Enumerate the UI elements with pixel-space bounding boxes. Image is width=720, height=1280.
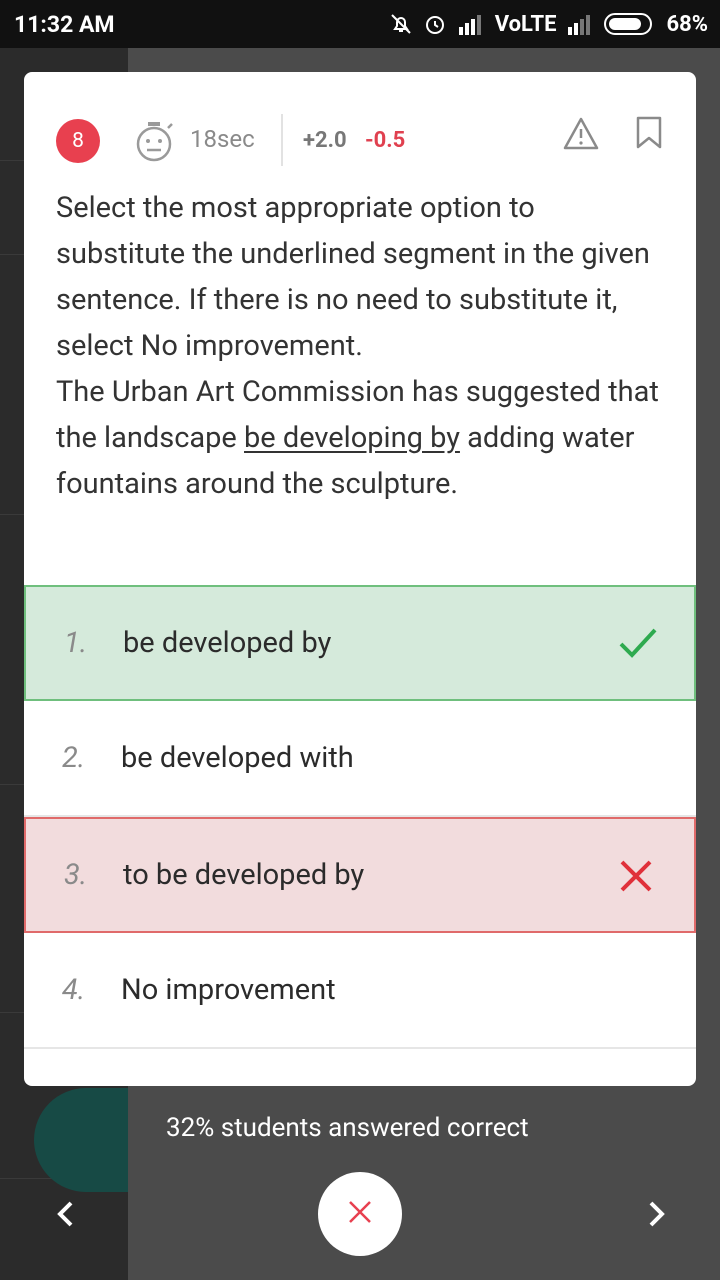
option-number: 2. [62,741,86,775]
option-text: be developed with [121,741,354,775]
positive-marks: +2.0 [303,128,347,153]
option-text: to be developed by [123,858,365,892]
option-1[interactable]: 1. be developed by [24,585,696,701]
status-bar: 11:32 AM VoLTE 68% [0,0,720,48]
question-card: 8 18sec +2.0 -0.5 Select the most approp… [24,72,696,1086]
negative-marks: -0.5 [365,128,406,153]
option-number: 3. [64,858,88,892]
previous-question-chevron-icon[interactable] [52,1198,80,1234]
mute-bell-icon [389,12,413,36]
alarm-icon [423,12,447,36]
question-header: 8 18sec +2.0 -0.5 [24,72,696,182]
signal-icon-2 [566,13,594,35]
correct-check-icon [618,626,658,664]
time-spent: 18sec [190,125,255,153]
stopwatch-icon [134,118,178,168]
underlined-segment: be developing by [244,421,460,455]
option-text: No improvement [121,973,336,1007]
battery-level: 68% [666,11,708,37]
option-3[interactable]: 3. to be developed by [24,817,696,933]
header-divider [281,114,283,166]
question-number-badge: 8 [56,119,100,163]
option-4[interactable]: 4. No improvement [24,933,696,1049]
network-label: VoLTE [494,11,557,37]
option-text: be developed by [123,626,332,660]
question-text: Select the most appropriate option to su… [56,185,671,507]
bookmark-icon[interactable] [636,116,662,154]
option-2[interactable]: 2. be developed with [24,701,696,817]
option-number: 1. [64,626,88,660]
answer-stats: 32% students answered correct [166,1113,529,1143]
battery-icon [604,12,656,36]
background-fab [34,1088,128,1192]
options-list: 1. be developed by 2. be developed with … [24,585,696,1049]
close-icon [346,1198,374,1230]
status-time: 11:32 AM [14,10,115,38]
question-instructions: Select the most appropriate option to su… [56,191,650,363]
close-button[interactable] [318,1172,402,1256]
signal-icon [457,13,485,35]
wrong-cross-icon [618,858,654,898]
next-question-chevron-icon[interactable] [642,1198,670,1234]
option-number: 4. [62,973,86,1007]
report-warning-icon[interactable] [562,116,600,156]
